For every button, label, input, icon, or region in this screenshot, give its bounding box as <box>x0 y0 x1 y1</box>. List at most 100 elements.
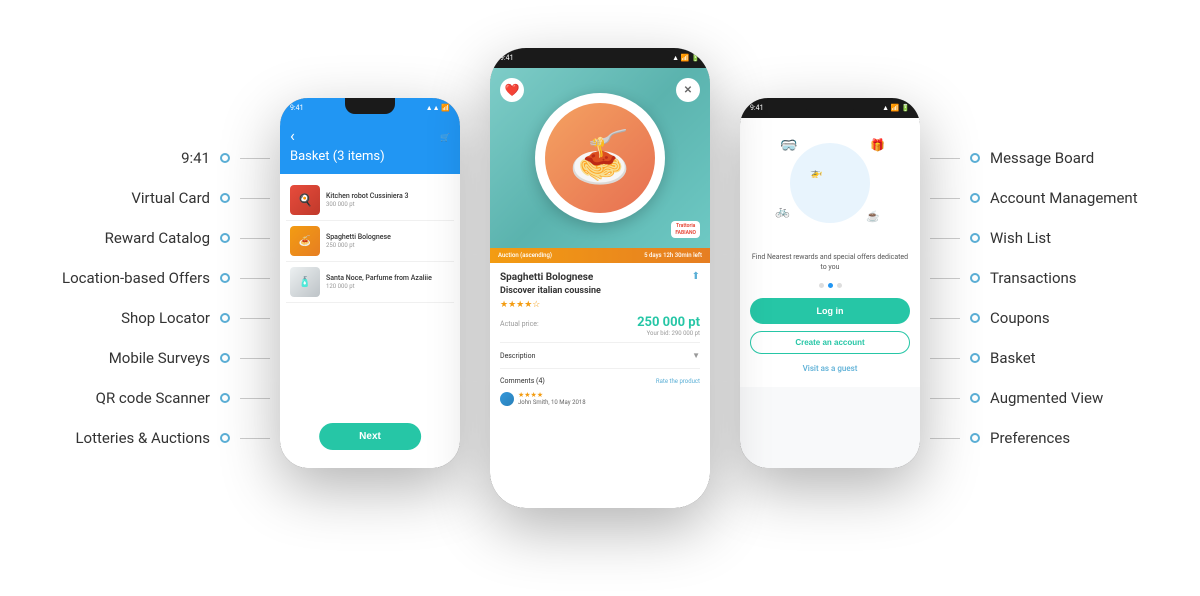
dot-1 <box>819 283 824 288</box>
left-label-item: Reward Catalog <box>0 218 270 258</box>
left-feature-list: 9:41 Virtual Card Reward Catalog Locatio… <box>0 138 270 458</box>
basket-header: ‹ 🛒 Basket (3 items) <box>280 118 460 174</box>
dot-qr-scanner <box>220 393 230 403</box>
line-coupons <box>930 318 960 319</box>
basket-title: Basket (3 items) <box>290 149 450 164</box>
right-label-item: Preferences <box>930 418 1200 458</box>
pagination-dots <box>750 283 910 288</box>
divider-2 <box>500 368 700 369</box>
heart-icon[interactable]: ❤️ <box>500 78 524 102</box>
dot-enrollment <box>220 153 230 163</box>
price-row: Actual price: 250 000 pt Your bid: 290 0… <box>500 315 700 337</box>
label-lotteries: Lotteries & Auctions <box>75 429 210 447</box>
line-wish <box>930 238 960 239</box>
guest-button[interactable]: Visit as a guest <box>750 360 910 377</box>
phone-screen-left: 9:41 ▲▲ 📶 ‹ 🛒 Basket (3 items) <box>280 98 460 468</box>
label-qr-scanner: QR code Scanner <box>96 389 210 407</box>
label-virtual-card: Virtual Card <box>131 189 210 207</box>
spaghetti-plate: 🍝 <box>535 93 665 223</box>
right-label-item: Message Board <box>930 138 1200 178</box>
label-wish-list: Wish List <box>990 229 1051 247</box>
item-img-perfume: 🧴 <box>290 267 320 297</box>
login-screen: 🥽 🎁 🚲 ☕ 🚁 Find Nearest rewards and speci… <box>740 118 920 468</box>
right-label-item: Basket <box>930 338 1200 378</box>
next-button[interactable]: Next <box>319 423 421 450</box>
dot-3 <box>837 283 842 288</box>
phone-notch-center <box>570 48 630 68</box>
phone-product: 9:41 ▲ 📶 🔋 🍝 ❤️ ✕ <box>490 48 710 508</box>
description-row: Description ▼ <box>500 348 700 363</box>
dot-virtual-card <box>220 193 230 203</box>
rate-link[interactable]: Rate the product <box>656 378 700 385</box>
dot-mobile-surveys <box>220 353 230 363</box>
basket-label: Basket <box>290 149 333 164</box>
status-icons-right: ▲ 📶 🔋 <box>882 104 910 112</box>
product-details: Spaghetti Bolognese Discover italian cou… <box>490 263 710 417</box>
right-label-item: Transactions <box>930 258 1200 298</box>
auction-bar: Auction (ascending) 5 days 12h 30min lef… <box>490 248 710 263</box>
dot-lotteries <box>220 433 230 443</box>
dot-account <box>970 193 980 203</box>
main-scene: 9:41 Virtual Card Reward Catalog Locatio… <box>0 0 1200 596</box>
line-message <box>930 158 960 159</box>
product-image-area: 🍝 ❤️ ✕ TrattoriaFABIANO <box>490 68 710 248</box>
basket-count: (3 items) <box>333 149 385 164</box>
left-label-item: Location-based Offers <box>0 258 270 298</box>
status-icons-left: ▲▲ 📶 <box>426 104 450 112</box>
label-basket: Basket <box>990 349 1036 367</box>
left-label-item: Shop Locator <box>0 298 270 338</box>
share-icon[interactable]: ⬆ <box>692 271 700 282</box>
right-label-item: Account Management <box>930 178 1200 218</box>
status-time-left: 9:41 <box>290 104 304 112</box>
bid-value: Your bid: 290 000 pt <box>637 330 700 337</box>
label-enrollment: 9:41 <box>181 149 210 167</box>
dot-2-active <box>828 283 833 288</box>
item-info-perfume: Santa Noce, Parfume from Azaliie 120 000… <box>326 274 450 289</box>
dot-message <box>970 153 980 163</box>
comments-row: Comments (4) Rate the product <box>500 374 700 388</box>
basket-item-2: 🍝 Spaghetti Bolognese 250 000 pt <box>286 221 454 262</box>
comments-label: Comments (4) <box>500 377 545 385</box>
bg-circle <box>790 143 870 223</box>
dot-preferences <box>970 433 980 443</box>
left-label-item: Virtual Card <box>0 178 270 218</box>
left-label-item: QR code Scanner <box>0 378 270 418</box>
label-mobile-surveys: Mobile Surveys <box>109 349 210 367</box>
product-stars: ★★★★☆ <box>500 300 700 310</box>
label-account-management: Account Management <box>990 189 1138 207</box>
item-img-kitchen: 🍳 <box>290 185 320 215</box>
close-icon[interactable]: ✕ <box>676 78 700 102</box>
create-account-button[interactable]: Create an account <box>750 331 910 354</box>
left-label-item: 9:41 <box>0 138 270 178</box>
dot-location-offers <box>220 273 230 283</box>
status-time-right: 9:41 <box>750 104 764 112</box>
item-name-spaghetti: Spaghetti Bolognese <box>326 233 450 241</box>
dot-augmented <box>970 393 980 403</box>
illustration-circle: 🥽 🎁 🚲 ☕ 🚁 <box>770 133 890 233</box>
phone-screen-right: 9:41 ▲ 📶 🔋 🥽 🎁 🚲 ☕ 🚁 <box>740 98 920 468</box>
status-time-center: 9:41 <box>500 54 514 62</box>
basket-screen: ‹ 🛒 Basket (3 items) 🍳 Kitchen robot <box>280 118 460 468</box>
chevron-down-icon[interactable]: ▼ <box>692 351 700 360</box>
phone-basket: 9:41 ▲▲ 📶 ‹ 🛒 Basket (3 items) <box>280 98 460 468</box>
price-value: 250 000 pt <box>637 315 700 330</box>
gift-icon: 🎁 <box>870 138 885 152</box>
back-arrow[interactable]: ‹ <box>290 126 295 145</box>
drone-icon: 🚁 <box>810 168 822 179</box>
left-label-item: Lotteries & Auctions <box>0 418 270 458</box>
dot-reward-catalog <box>220 233 230 243</box>
item-img-spaghetti: 🍝 <box>290 226 320 256</box>
cup-icon: ☕ <box>866 210 880 223</box>
reviewer-info: John Smith, 10 May 2018 <box>518 399 586 406</box>
dot-basket <box>970 353 980 363</box>
user-avatar <box>500 392 514 406</box>
line-basket <box>930 358 960 359</box>
item-price-perfume: 120 000 pt <box>326 283 450 290</box>
product-desc: Discover italian coussine <box>500 286 601 296</box>
phone-login: 9:41 ▲ 📶 🔋 🥽 🎁 🚲 ☕ 🚁 <box>740 98 920 468</box>
basket-items-list: 🍳 Kitchen robot Cussiniera 3 300 000 pt … <box>280 174 460 309</box>
login-button[interactable]: Log in <box>750 298 910 324</box>
item-name-kitchen: Kitchen robot Cussiniera 3 <box>326 192 450 200</box>
right-label-item: Augmented View <box>930 378 1200 418</box>
dot-transactions <box>970 273 980 283</box>
